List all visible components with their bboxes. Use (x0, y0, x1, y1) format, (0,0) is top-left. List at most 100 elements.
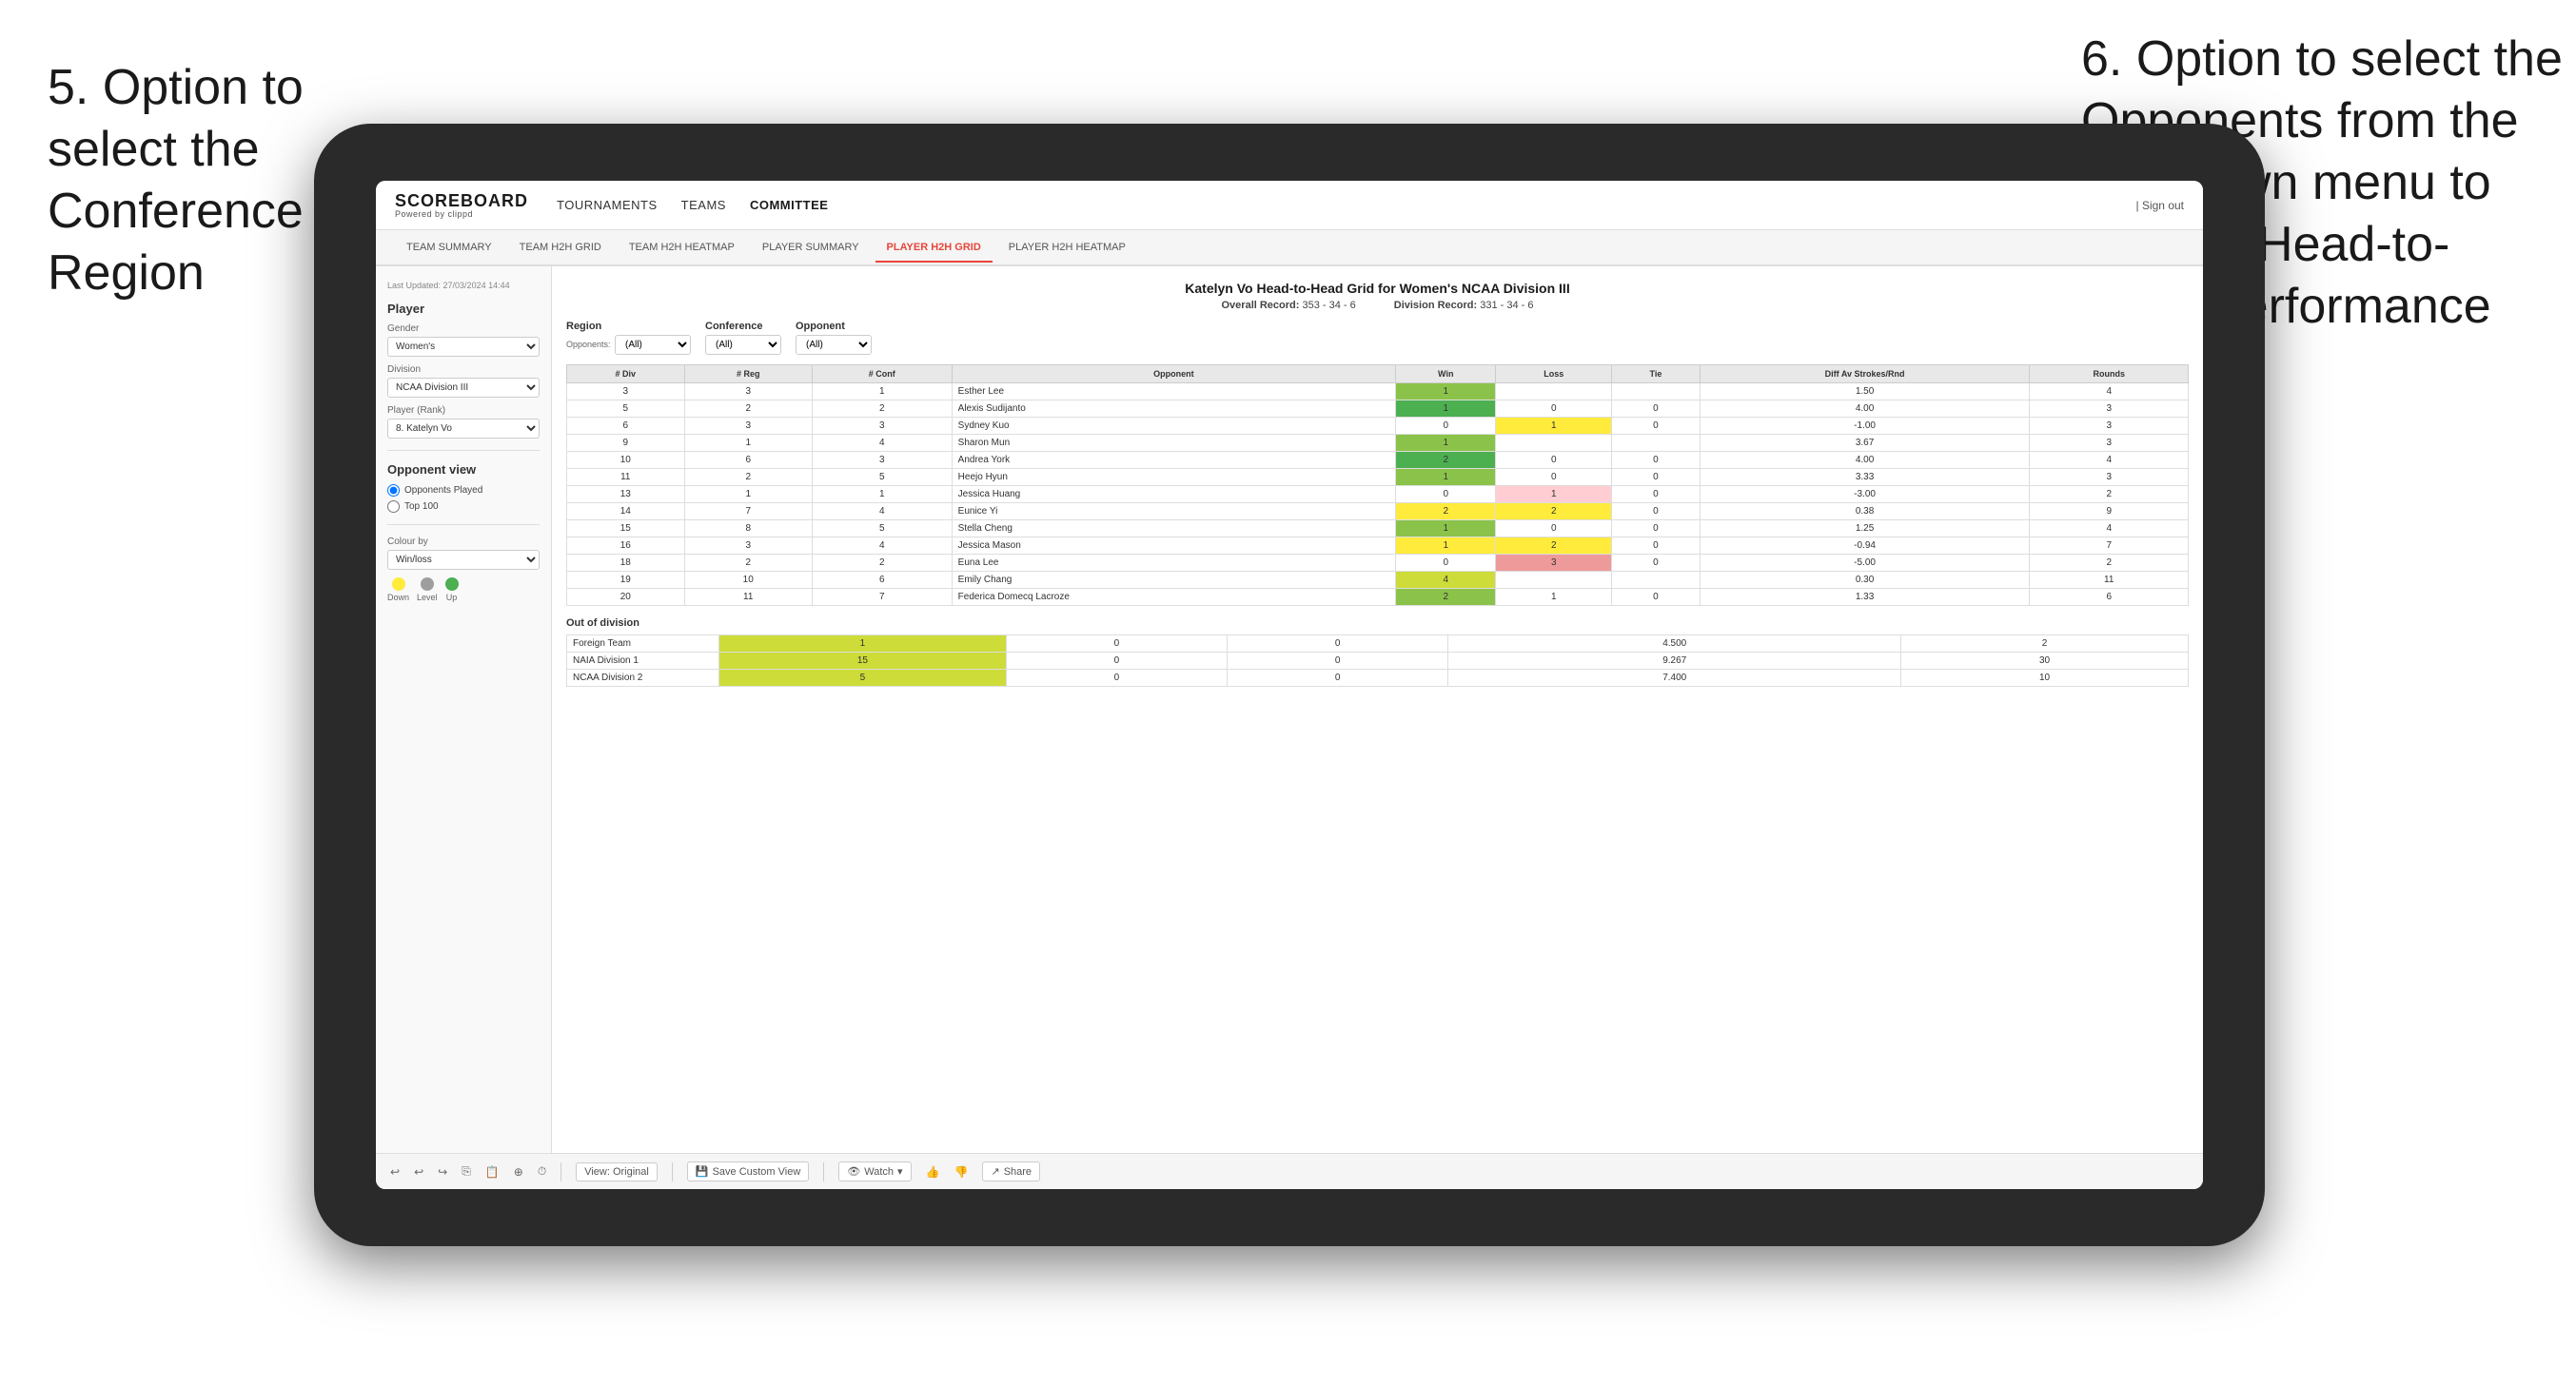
cell-tie: 0 (1612, 589, 1701, 606)
redo-icon[interactable]: ↪ (438, 1165, 447, 1179)
nav-tournaments[interactable]: TOURNAMENTS (557, 194, 658, 216)
sidebar-colour-by-select[interactable]: Win/loss (387, 550, 540, 570)
filter-opponents-label: Opponents: (All) (566, 335, 691, 355)
sidebar-division-select[interactable]: NCAA Division III (387, 378, 540, 398)
cell-diff: 1.50 (1700, 383, 2030, 400)
cell-rounds: 4 (2030, 452, 2189, 469)
cell-conf: 2 (812, 555, 952, 572)
cell-loss: 1 (1496, 589, 1612, 606)
toolbar-separator (560, 1162, 561, 1181)
content-area: Katelyn Vo Head-to-Head Grid for Women's… (552, 266, 2203, 1153)
cell-div: 19 (567, 572, 685, 589)
thumb-down-icon[interactable]: 👎 (954, 1165, 969, 1179)
share-icon: ↗ (991, 1165, 999, 1178)
cell-conf: 3 (812, 452, 952, 469)
cell-win: 0 (1396, 486, 1496, 503)
ood-cell-rounds: 30 (1901, 653, 2189, 670)
cell-loss: 2 (1496, 503, 1612, 520)
toolbar-separator-3 (823, 1162, 824, 1181)
table-row: 6 3 3 Sydney Kuo 0 1 0 -1.00 3 (567, 418, 2189, 435)
save-custom-view-btn[interactable]: 💾 Save Custom View (687, 1162, 809, 1181)
cell-tie: 0 (1612, 537, 1701, 555)
filter-conference-group: Conference (All) (705, 321, 781, 355)
sidebar-divider-2 (387, 524, 540, 525)
nav-teams[interactable]: TEAMS (681, 194, 726, 216)
division-record: Division Record: 331 - 34 - 6 (1394, 300, 1534, 311)
logo-sub: Powered by clippd (395, 209, 528, 219)
colour-down: Down (387, 577, 409, 602)
nav-committee[interactable]: COMMITTEE (750, 194, 829, 216)
cell-tie: 0 (1612, 486, 1701, 503)
subnav-team-h2h-heatmap[interactable]: TEAM H2H HEATMAP (618, 234, 746, 261)
cell-rounds: 3 (2030, 469, 2189, 486)
ood-cell-rounds: 2 (1901, 635, 2189, 653)
watch-btn[interactable]: 👁 Watch ▾ (838, 1162, 911, 1181)
colour-up: Up (445, 577, 459, 602)
cell-opponent: Jessica Huang (952, 486, 1395, 503)
cell-win: 1 (1396, 537, 1496, 555)
sidebar-player-rank-select[interactable]: 8. Katelyn Vo (387, 419, 540, 439)
cell-win: 1 (1396, 435, 1496, 452)
th-reg: # Reg (684, 365, 812, 383)
share-btn[interactable]: ↗ Share (982, 1162, 1040, 1181)
cell-win: 2 (1396, 589, 1496, 606)
filter-opponent-select[interactable]: (All) (796, 335, 872, 355)
cell-tie (1612, 572, 1701, 589)
cell-conf: 4 (812, 503, 952, 520)
main-data-table: # Div # Reg # Conf Opponent Win Loss Tie… (566, 364, 2189, 606)
cell-rounds: 3 (2030, 435, 2189, 452)
subnav-player-h2h-grid[interactable]: PLAYER H2H GRID (875, 234, 993, 263)
watch-label: Watch (864, 1166, 894, 1178)
cell-loss (1496, 572, 1612, 589)
colour-circle-up (445, 577, 459, 591)
nav-items: TOURNAMENTS TEAMS COMMITTEE (557, 194, 2108, 216)
cell-win: 1 (1396, 383, 1496, 400)
cell-opponent: Esther Lee (952, 383, 1395, 400)
sidebar-gender-select[interactable]: Women's (387, 337, 540, 357)
filter-inline-region: Opponents: (All) (566, 335, 691, 355)
sidebar-radio-opponents-played[interactable]: Opponents Played (387, 484, 540, 497)
logo: SCOREBOARD (395, 192, 528, 209)
cell-opponent: Emily Chang (952, 572, 1395, 589)
view-original-btn[interactable]: View: Original (576, 1162, 658, 1181)
clock-icon[interactable]: ⏱ (538, 1164, 546, 1179)
thumb-up-icon[interactable]: 👍 (926, 1165, 940, 1179)
colour-circle-down (392, 577, 405, 591)
cell-win: 2 (1396, 503, 1496, 520)
th-div: # Div (567, 365, 685, 383)
nav-sign-out[interactable]: | Sign out (2136, 199, 2184, 212)
filter-opponent-group: Opponent (All) (796, 321, 872, 355)
colour-label-down: Down (387, 593, 409, 602)
ood-cell-opponent: NAIA Division 1 (567, 653, 719, 670)
view-original-label: View: Original (584, 1166, 649, 1178)
cell-reg: 6 (684, 452, 812, 469)
undo-icon[interactable]: ↩ (390, 1165, 400, 1179)
subnav-player-h2h-heatmap[interactable]: PLAYER H2H HEATMAP (997, 234, 1137, 261)
subnav-team-h2h-grid[interactable]: TEAM H2H GRID (508, 234, 613, 261)
cell-win: 1 (1396, 469, 1496, 486)
cell-loss: 3 (1496, 555, 1612, 572)
paste2-icon[interactable]: ⊕ (514, 1165, 523, 1179)
cell-div: 13 (567, 486, 685, 503)
cell-conf: 7 (812, 589, 952, 606)
cell-div: 16 (567, 537, 685, 555)
table-row: 3 3 1 Esther Lee 1 1.50 4 (567, 383, 2189, 400)
cell-conf: 5 (812, 520, 952, 537)
subnav-team-summary[interactable]: TEAM SUMMARY (395, 234, 503, 261)
filter-opponent-title: Opponent (796, 321, 872, 332)
copy-icon[interactable]: ⎘ (462, 1164, 471, 1179)
filter-region-select[interactable]: (All) (615, 335, 691, 355)
th-conf: # Conf (812, 365, 952, 383)
cell-opponent: Heejo Hyun (952, 469, 1395, 486)
cell-rounds: 7 (2030, 537, 2189, 555)
filter-conference-select[interactable]: (All) (705, 335, 781, 355)
colour-circle-level (421, 577, 434, 591)
undo2-icon[interactable]: ↩ (414, 1165, 423, 1179)
table-header-row: # Div # Reg # Conf Opponent Win Loss Tie… (567, 365, 2189, 383)
ood-cell-tie: 0 (1228, 635, 1448, 653)
paste-icon[interactable]: 📋 (485, 1165, 500, 1179)
sidebar-radio-top100[interactable]: Top 100 (387, 500, 540, 513)
subnav-player-summary[interactable]: PLAYER SUMMARY (751, 234, 871, 261)
cell-diff: 3.33 (1700, 469, 2030, 486)
cell-tie: 0 (1612, 555, 1701, 572)
